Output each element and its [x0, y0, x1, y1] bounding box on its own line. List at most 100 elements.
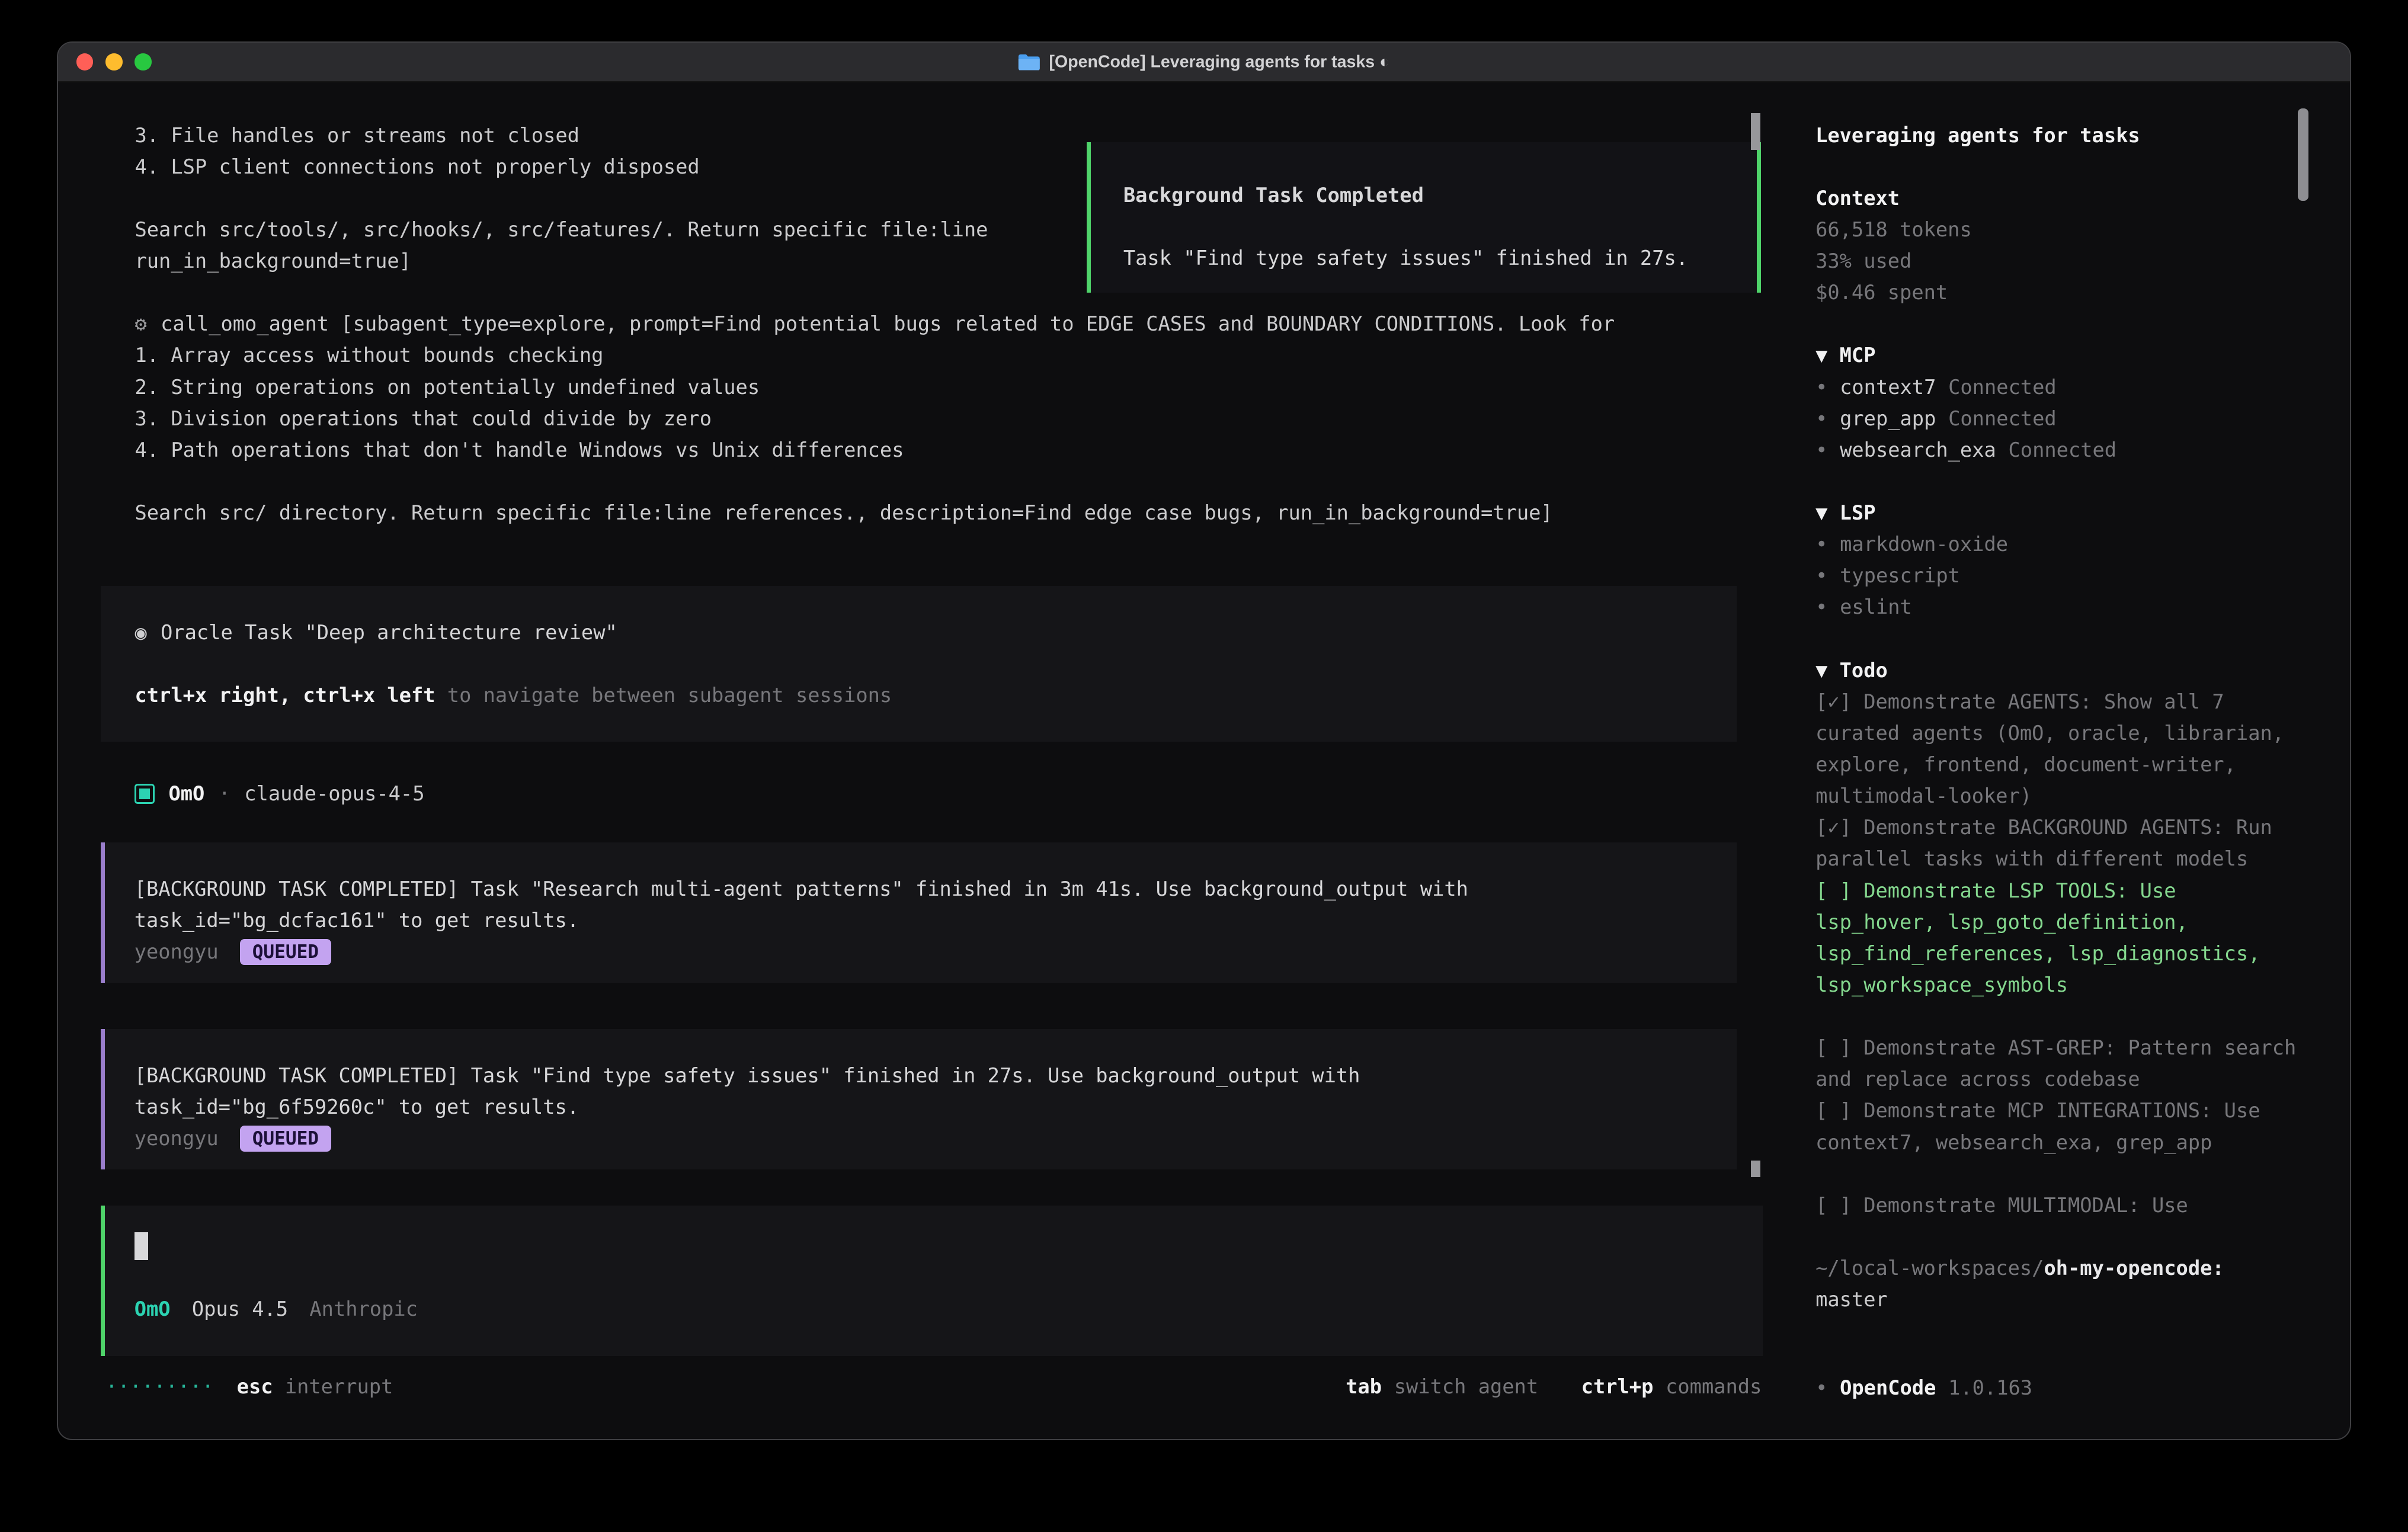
background-task-message: [BACKGROUND TASK COMPLETED] Task "Resear… — [101, 842, 1736, 983]
context-heading: Context — [1815, 182, 2304, 214]
todo-item-pending: [ ] Demonstrate AST-GREP: Pattern search… — [1815, 1032, 2304, 1095]
todo-section: ▼ Todo [✓] Demonstrate AGENTS: Show all … — [1815, 655, 2304, 1221]
window-title: [OpenCode] Leveraging agents for tasks ◐ — [1019, 52, 1390, 72]
bullet-icon: • — [1815, 434, 1827, 466]
lsp-name: eslint — [1840, 591, 1912, 623]
mcp-section: ▼ MCP •context7Connected •grep_appConnec… — [1815, 339, 2304, 466]
todo-item-done: [✓] Demonstrate AGENTS: Show all 7 curat… — [1815, 686, 2304, 812]
opencode-window: [OpenCode] Leveraging agents for tasks ◐… — [57, 41, 2351, 1440]
maximize-button[interactable] — [135, 53, 152, 70]
tool-call-footer: Search src/ directory. Return specific f… — [58, 497, 1773, 528]
folder-icon — [1019, 53, 1040, 70]
status-badge: QUEUED — [240, 1126, 331, 1152]
bullet-icon: • — [1815, 560, 1827, 591]
commands-key-hint: ctrl+p — [1581, 1371, 1654, 1402]
window-controls — [76, 53, 152, 70]
bullet-icon: • — [1815, 1372, 1827, 1403]
oracle-task-title: Oracle Task "Deep architecture review" — [161, 621, 617, 644]
window-title-text: [OpenCode] Leveraging agents for tasks ◐ — [1049, 52, 1390, 72]
mcp-item: •context7Connected — [1815, 371, 2304, 403]
lsp-name: typescript — [1840, 560, 1960, 591]
message-line: task_id="bg_dcfac161" to get results. — [135, 905, 1703, 936]
status-bar: ········· esc interrupt tab switch agent… — [58, 1356, 1773, 1439]
oracle-task-title-row: ◉ Oracle Task "Deep architecture review" — [135, 617, 1702, 648]
tab-key-hint: tab — [1346, 1371, 1382, 1402]
lsp-item: • eslint — [1815, 591, 2304, 623]
todo-item-done: [✓] Demonstrate BACKGROUND AGENTS: Run p… — [1815, 812, 2304, 874]
bullet-icon: • — [1815, 528, 1827, 560]
sidebar-scrollbar[interactable] — [2298, 108, 2308, 201]
context-tokens: 66,518 tokens — [1815, 214, 2304, 245]
input-provider-name: Anthropic — [309, 1297, 418, 1321]
todo-item-pending: [ ] Demonstrate MULTIMODAL: Use — [1815, 1190, 2304, 1221]
mcp-item: •grep_appConnected — [1815, 403, 2304, 434]
app-name: OpenCode — [1840, 1372, 1936, 1403]
mcp-item: • websearch_exa Connected — [1815, 434, 2304, 466]
tool-call-text: call_omo_agent [subagent_type=explore, p… — [161, 312, 1615, 335]
input-agent-name: OmO — [135, 1297, 171, 1321]
mcp-name: context7 — [1840, 371, 1936, 403]
terminal-main: 3. File handles or streams not closed 4.… — [58, 82, 1773, 1439]
bullet-icon: • — [1815, 591, 1827, 623]
terminal-line — [58, 466, 1773, 497]
esc-key-hint: esc — [237, 1371, 273, 1402]
commands-key-label: commands — [1666, 1371, 1762, 1402]
app-version-number: 1.0.163 — [1948, 1372, 2032, 1403]
minimize-button[interactable] — [105, 53, 123, 70]
prompt-input[interactable]: OmO Opus 4.5 Anthropic — [101, 1206, 1762, 1356]
todo-item-pending: [ ] Demonstrate MCP INTEGRATIONS: Use co… — [1815, 1095, 2304, 1158]
esc-key-label: interrupt — [285, 1371, 393, 1402]
tool-call-item: 2. String operations on potentially unde… — [58, 371, 1773, 403]
desktop: [OpenCode] Leveraging agents for tasks ◐… — [0, 0, 2408, 1532]
main-scrollbar[interactable] — [1751, 82, 1760, 1439]
spinner-dots: ········· — [105, 1371, 214, 1402]
todo-item-active: [ ] Demonstrate LSP TOOLS: Use lsp_hover… — [1815, 875, 2304, 1001]
workspace-repo: oh-my-opencode: — [2044, 1257, 2224, 1280]
workspace-path: ~/local-workspaces/oh-my-opencode: — [1815, 1252, 2304, 1284]
tool-call-item: 1. Array access without bounds checking — [58, 339, 1773, 371]
mcp-name: websearch_exa — [1840, 434, 1996, 466]
gear-icon: ⚙ — [135, 312, 146, 335]
context-used: 33% used — [1815, 245, 2304, 277]
mcp-status: Connected — [1948, 403, 2057, 434]
workspace-info: ~/local-workspaces/oh-my-opencode: maste… — [1815, 1252, 2304, 1315]
input-model-name: Opus 4.5 — [192, 1297, 288, 1321]
lsp-item: • markdown-oxide — [1815, 528, 2304, 560]
agent-header: OmO · claude-opus-4-5 — [135, 778, 1772, 809]
context-spent: $0.46 spent — [1815, 277, 2304, 308]
tab-key-label: switch agent — [1394, 1371, 1538, 1402]
session-title: Leveraging agents for tasks — [1815, 120, 2304, 151]
main-scrollbar-thumb[interactable] — [1751, 113, 1760, 150]
record-icon: ◉ — [135, 621, 146, 644]
todo-heading: ▼ Todo — [1815, 655, 2304, 686]
context-section: Context 66,518 tokens 33% used $0.46 spe… — [1815, 182, 2304, 309]
app-version: • OpenCode 1.0.163 — [1815, 1372, 2032, 1403]
workspace-branch: master — [1815, 1284, 2304, 1315]
model-info-row: OmO Opus 4.5 Anthropic — [135, 1293, 1729, 1325]
message-line: [BACKGROUND TASK COMPLETED] Task "Find t… — [135, 1060, 1703, 1091]
message-author: yeongyu — [135, 1123, 219, 1154]
agent-name: OmO — [168, 782, 204, 805]
shortcut-keys: ctrl+x right, ctrl+x left — [135, 684, 435, 707]
background-task-message: [BACKGROUND TASK COMPLETED] Task "Find t… — [101, 1029, 1736, 1169]
mcp-status: Connected — [1948, 371, 2057, 403]
message-line: task_id="bg_6f59260c" to get results. — [135, 1091, 1703, 1123]
notification-body: Task "Find type safety issues" finished … — [1123, 242, 1723, 274]
lsp-item: • typescript — [1815, 560, 2304, 591]
main-scrollbar-thumb-bottom[interactable] — [1751, 1161, 1760, 1178]
tool-call-item: 3. Division operations that could divide… — [58, 403, 1773, 434]
titlebar: [OpenCode] Leveraging agents for tasks ◐ — [58, 43, 2350, 82]
status-badge: QUEUED — [240, 939, 331, 965]
subagent-nav-hint: ctrl+x right, ctrl+x left to navigate be… — [135, 680, 1702, 711]
agent-model: claude-opus-4-5 — [244, 782, 424, 805]
tool-call-line: ⚙ call_omo_agent [subagent_type=explore, … — [58, 308, 1773, 339]
mcp-status: Connected — [2009, 434, 2117, 466]
lsp-name: markdown-oxide — [1840, 528, 2008, 560]
close-button[interactable] — [76, 53, 94, 70]
mcp-heading: ▼ MCP — [1815, 339, 2304, 371]
separator-dot: · — [219, 782, 230, 805]
text-cursor — [135, 1232, 148, 1260]
lsp-heading: ▼ LSP — [1815, 497, 2304, 528]
tool-call-item: 4. Path operations that don't handle Win… — [58, 434, 1773, 466]
mcp-name: grep_app — [1840, 403, 1936, 434]
